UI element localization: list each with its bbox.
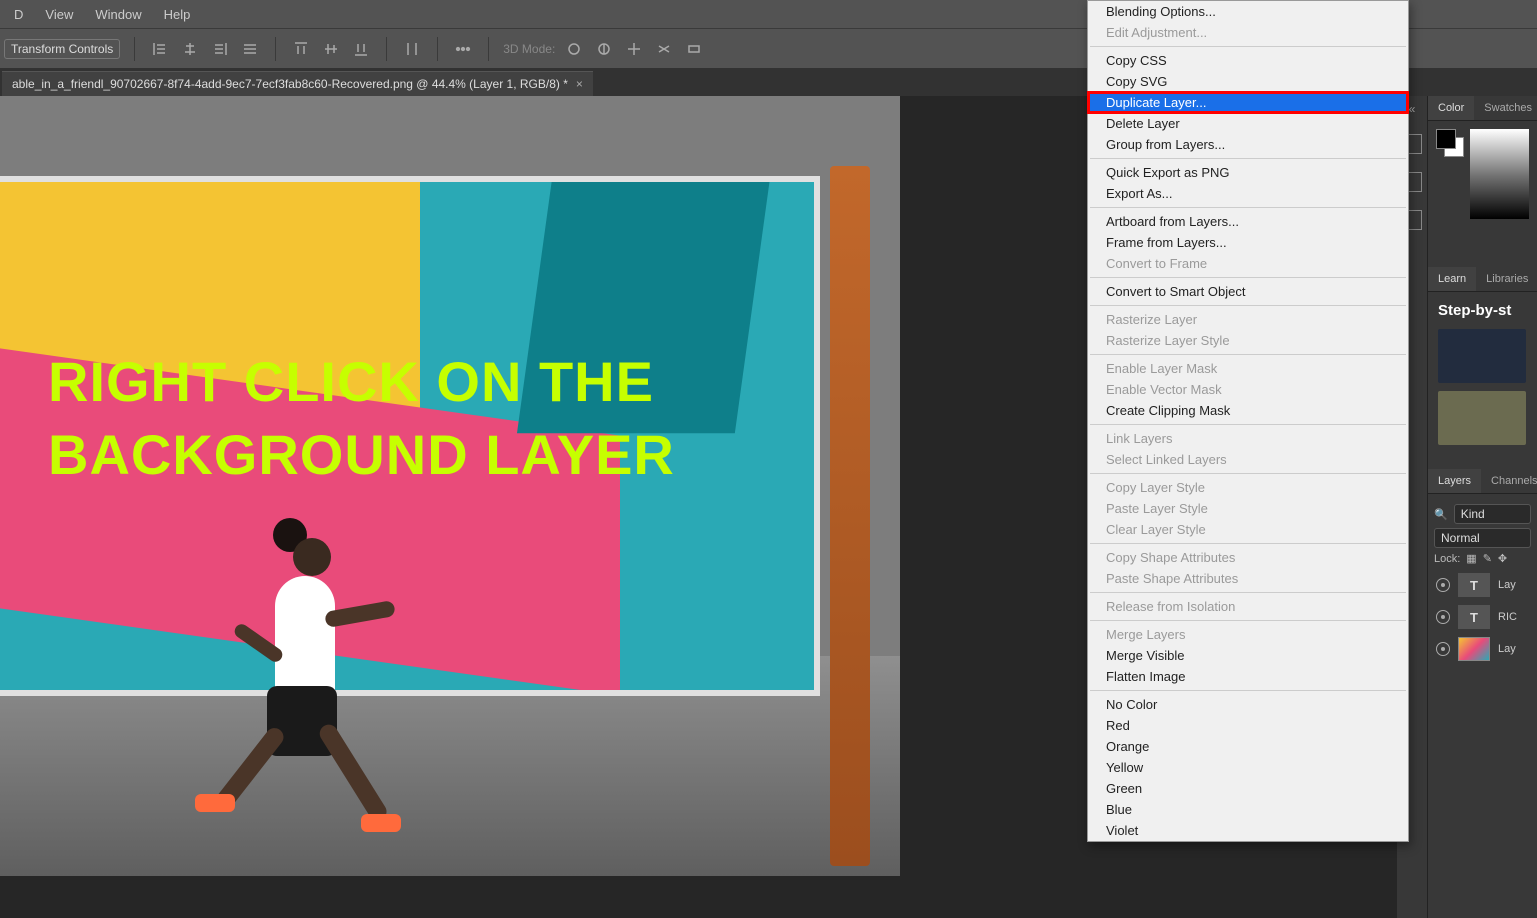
tab-libraries[interactable]: Libraries [1476, 267, 1537, 291]
menu-item-enable-vector-mask: Enable Vector Mask [1088, 379, 1408, 400]
menu-help[interactable]: Help [154, 3, 201, 26]
menu-item-rasterize-layer-style: Rasterize Layer Style [1088, 330, 1408, 351]
menu-item-merge-visible[interactable]: Merge Visible [1088, 645, 1408, 666]
tab-channels[interactable]: Channels [1481, 469, 1537, 493]
menu-item-orange[interactable]: Orange [1088, 736, 1408, 757]
tab-layers[interactable]: Layers [1428, 469, 1481, 493]
learn-heading: Step-by-st [1438, 302, 1527, 319]
canvas-pole [830, 166, 870, 866]
layer-row[interactable]: T RIC [1434, 601, 1531, 633]
lock-transparency-icon[interactable]: ▦ [1466, 552, 1476, 565]
menu-window[interactable]: Window [85, 3, 151, 26]
tab-learn[interactable]: Learn [1428, 267, 1476, 291]
menu-item-violet[interactable]: Violet [1088, 820, 1408, 841]
collapse-panels-icon[interactable]: « [1409, 102, 1416, 116]
layer-row[interactable]: T Lay [1434, 569, 1531, 601]
canvas-overlay-text: RIGHT CLICK ON THE BACKGROUND LAYER [48, 346, 675, 492]
tab-color[interactable]: Color [1428, 96, 1474, 120]
layer-context-menu: Blending Options...Edit Adjustment... Cop… [1087, 0, 1409, 842]
align-right-icon[interactable] [209, 38, 231, 60]
menu-item-link-layers: Link Layers [1088, 428, 1408, 449]
distribute-icon[interactable] [401, 38, 423, 60]
menu-item-paste-shape-attributes: Paste Shape Attributes [1088, 568, 1408, 589]
menu-item-convert-to-smart-object[interactable]: Convert to Smart Object [1088, 281, 1408, 302]
layer-name: Lay [1498, 643, 1516, 655]
visibility-toggle-icon[interactable] [1436, 610, 1450, 624]
menu-item-paste-layer-style: Paste Layer Style [1088, 498, 1408, 519]
align-center-v-icon[interactable] [320, 38, 342, 60]
tab-swatches[interactable]: Swatches [1474, 96, 1537, 120]
menu-item-merge-layers: Merge Layers [1088, 624, 1408, 645]
more-options-icon[interactable] [452, 38, 474, 60]
blend-mode-select[interactable]: Normal [1434, 528, 1531, 548]
color-gradient-picker[interactable] [1470, 129, 1529, 219]
menu-item-release-from-isolation: Release from Isolation [1088, 596, 1408, 617]
menu-item-no-color[interactable]: No Color [1088, 694, 1408, 715]
menu-item-quick-export-as-png[interactable]: Quick Export as PNG [1088, 162, 1408, 183]
menu-item-yellow[interactable]: Yellow [1088, 757, 1408, 778]
align-top-icon[interactable] [290, 38, 312, 60]
close-icon[interactable]: × [576, 77, 583, 91]
menu-item-enable-layer-mask: Enable Layer Mask [1088, 358, 1408, 379]
document-tab[interactable]: able_in_a_friendl_90702667-8f74-4add-9ec… [2, 71, 593, 96]
layer-thumbnail [1458, 637, 1490, 661]
3d-slide-icon[interactable] [653, 38, 675, 60]
menu-item-copy-layer-style: Copy Layer Style [1088, 477, 1408, 498]
menu-item-delete-layer[interactable]: Delete Layer [1088, 113, 1408, 134]
transform-controls-toggle[interactable]: Transform Controls [4, 39, 120, 59]
menu-item-artboard-from-layers[interactable]: Artboard from Layers... [1088, 211, 1408, 232]
layer-row[interactable]: Lay [1434, 633, 1531, 665]
menu-item-edit-adjustment: Edit Adjustment... [1088, 22, 1408, 43]
menu-item-copy-shape-attributes: Copy Shape Attributes [1088, 547, 1408, 568]
visibility-toggle-icon[interactable] [1436, 578, 1450, 592]
menu-d[interactable]: D [4, 3, 33, 26]
align-justify-icon[interactable] [239, 38, 261, 60]
menu-view[interactable]: View [35, 3, 83, 26]
menu-item-red[interactable]: Red [1088, 715, 1408, 736]
canvas[interactable]: RIGHT CLICK ON THE BACKGROUND LAYER [0, 96, 900, 876]
align-center-h-icon[interactable] [179, 38, 201, 60]
menu-item-blue[interactable]: Blue [1088, 799, 1408, 820]
menu-item-copy-svg[interactable]: Copy SVG [1088, 71, 1408, 92]
learn-thumb-2[interactable] [1438, 391, 1526, 445]
visibility-toggle-icon[interactable] [1436, 642, 1450, 656]
layer-name: RIC [1498, 611, 1517, 623]
learn-thumb-1[interactable] [1438, 329, 1526, 383]
menu-item-select-linked-layers: Select Linked Layers [1088, 449, 1408, 470]
menu-item-frame-from-layers[interactable]: Frame from Layers... [1088, 232, 1408, 253]
3d-scale-icon[interactable] [683, 38, 705, 60]
align-bottom-icon[interactable] [350, 38, 372, 60]
menu-item-duplicate-layer[interactable]: Duplicate Layer... [1088, 92, 1408, 113]
lock-brush-icon[interactable]: ✎ [1483, 552, 1492, 565]
menu-item-export-as[interactable]: Export As... [1088, 183, 1408, 204]
menu-item-flatten-image[interactable]: Flatten Image [1088, 666, 1408, 687]
menu-item-blending-options[interactable]: Blending Options... [1088, 1, 1408, 22]
layer-kind-filter[interactable]: Kind [1454, 504, 1531, 524]
layer-name: Lay [1498, 579, 1516, 591]
menu-item-convert-to-frame: Convert to Frame [1088, 253, 1408, 274]
3d-mode-label: 3D Mode: [503, 42, 555, 56]
canvas-runner [165, 516, 405, 836]
3d-roll-icon[interactable] [593, 38, 615, 60]
menu-item-group-from-layers[interactable]: Group from Layers... [1088, 134, 1408, 155]
3d-orbit-icon[interactable] [563, 38, 585, 60]
lock-position-icon[interactable]: ✥ [1498, 552, 1507, 565]
lock-label: Lock: [1434, 553, 1460, 565]
fg-bg-swatches[interactable] [1436, 129, 1464, 157]
menu-item-green[interactable]: Green [1088, 778, 1408, 799]
menu-item-copy-css[interactable]: Copy CSS [1088, 50, 1408, 71]
menu-item-rasterize-layer: Rasterize Layer [1088, 309, 1408, 330]
menu-item-create-clipping-mask[interactable]: Create Clipping Mask [1088, 400, 1408, 421]
document-tab-title: able_in_a_friendl_90702667-8f74-4add-9ec… [12, 77, 568, 91]
text-layer-icon: T [1458, 573, 1490, 597]
text-layer-icon: T [1458, 605, 1490, 629]
3d-pan-icon[interactable] [623, 38, 645, 60]
menu-item-clear-layer-style: Clear Layer Style [1088, 519, 1408, 540]
right-panels: Color Swatches Learn Libraries Step-by-s… [1427, 96, 1537, 918]
align-left-icon[interactable] [149, 38, 171, 60]
